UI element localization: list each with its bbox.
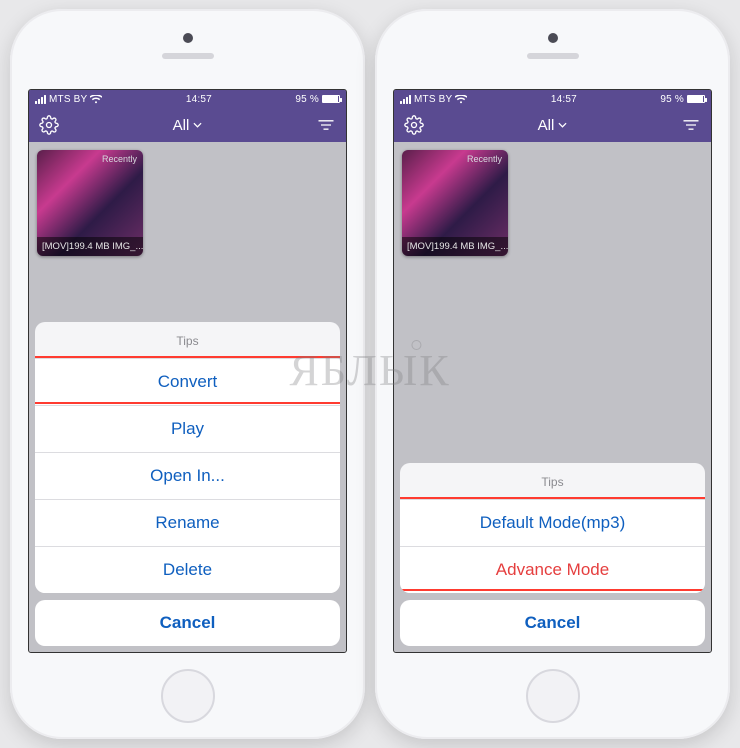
wifi-icon	[455, 95, 467, 104]
sheet-item-delete[interactable]: Delete	[35, 546, 340, 593]
thumbnail-badge: Recently	[102, 154, 137, 164]
screen-right: MTS BY 14:57 95 % All	[393, 89, 712, 653]
status-bar: MTS BY 14:57 95 %	[29, 90, 346, 108]
chevron-down-icon	[558, 122, 567, 128]
battery-pct-label: 95 %	[660, 94, 684, 105]
home-button[interactable]	[526, 669, 580, 723]
gear-icon[interactable]	[404, 115, 424, 135]
battery-pct-label: 95 %	[295, 94, 319, 105]
wifi-icon	[90, 95, 102, 104]
nav-bar: All	[29, 108, 346, 142]
video-thumbnail[interactable]: Recently [MOV]199.4 MB IMG_...	[37, 150, 143, 256]
screen-left: MTS BY 14:57 95 % All	[28, 89, 347, 653]
action-sheet: Tips Convert Play Open In... Rename Dele…	[35, 322, 340, 646]
sheet-item-open-in[interactable]: Open In...	[35, 452, 340, 499]
battery-icon	[687, 95, 705, 103]
thumbnail-caption: [MOV]199.4 MB IMG_...	[402, 237, 508, 256]
nav-title[interactable]: All	[538, 117, 568, 134]
carrier-label: MTS BY	[49, 94, 87, 105]
sheet-item-convert[interactable]: Convert	[35, 358, 340, 405]
signal-icon	[400, 95, 411, 104]
sheet-cancel-button[interactable]: Cancel	[35, 600, 340, 646]
home-button[interactable]	[161, 669, 215, 723]
sheet-item-advance-mode[interactable]: Advance Mode	[400, 546, 705, 593]
sheet-item-default-mode[interactable]: Default Mode(mp3)	[400, 499, 705, 546]
phone-frame-right: MTS BY 14:57 95 % All	[375, 9, 730, 739]
thumbnail-caption: [MOV]199.4 MB IMG_...	[37, 237, 143, 256]
action-sheet: Tips Default Mode(mp3) Advance Mode Canc…	[400, 463, 705, 646]
carrier-label: MTS BY	[414, 94, 452, 105]
filter-icon[interactable]	[681, 115, 701, 135]
status-bar: MTS BY 14:57 95 %	[394, 90, 711, 108]
video-thumbnail[interactable]: Recently [MOV]199.4 MB IMG_...	[402, 150, 508, 256]
phone-speaker	[527, 53, 579, 59]
signal-icon	[35, 95, 46, 104]
clock-label: 14:57	[186, 94, 212, 105]
nav-title[interactable]: All	[173, 117, 203, 134]
nav-bar: All	[394, 108, 711, 142]
chevron-down-icon	[193, 122, 202, 128]
sheet-cancel-button[interactable]: Cancel	[400, 600, 705, 646]
gear-icon[interactable]	[39, 115, 59, 135]
sheet-title: Tips	[35, 322, 340, 358]
phone-speaker	[162, 53, 214, 59]
phone-frame-left: MTS BY 14:57 95 % All	[10, 9, 365, 739]
sheet-item-play[interactable]: Play	[35, 405, 340, 452]
nav-title-label: All	[538, 117, 555, 134]
filter-icon[interactable]	[316, 115, 336, 135]
thumbnail-badge: Recently	[467, 154, 502, 164]
nav-title-label: All	[173, 117, 190, 134]
sheet-title: Tips	[400, 463, 705, 499]
sheet-item-rename[interactable]: Rename	[35, 499, 340, 546]
clock-label: 14:57	[551, 94, 577, 105]
battery-icon	[322, 95, 340, 103]
